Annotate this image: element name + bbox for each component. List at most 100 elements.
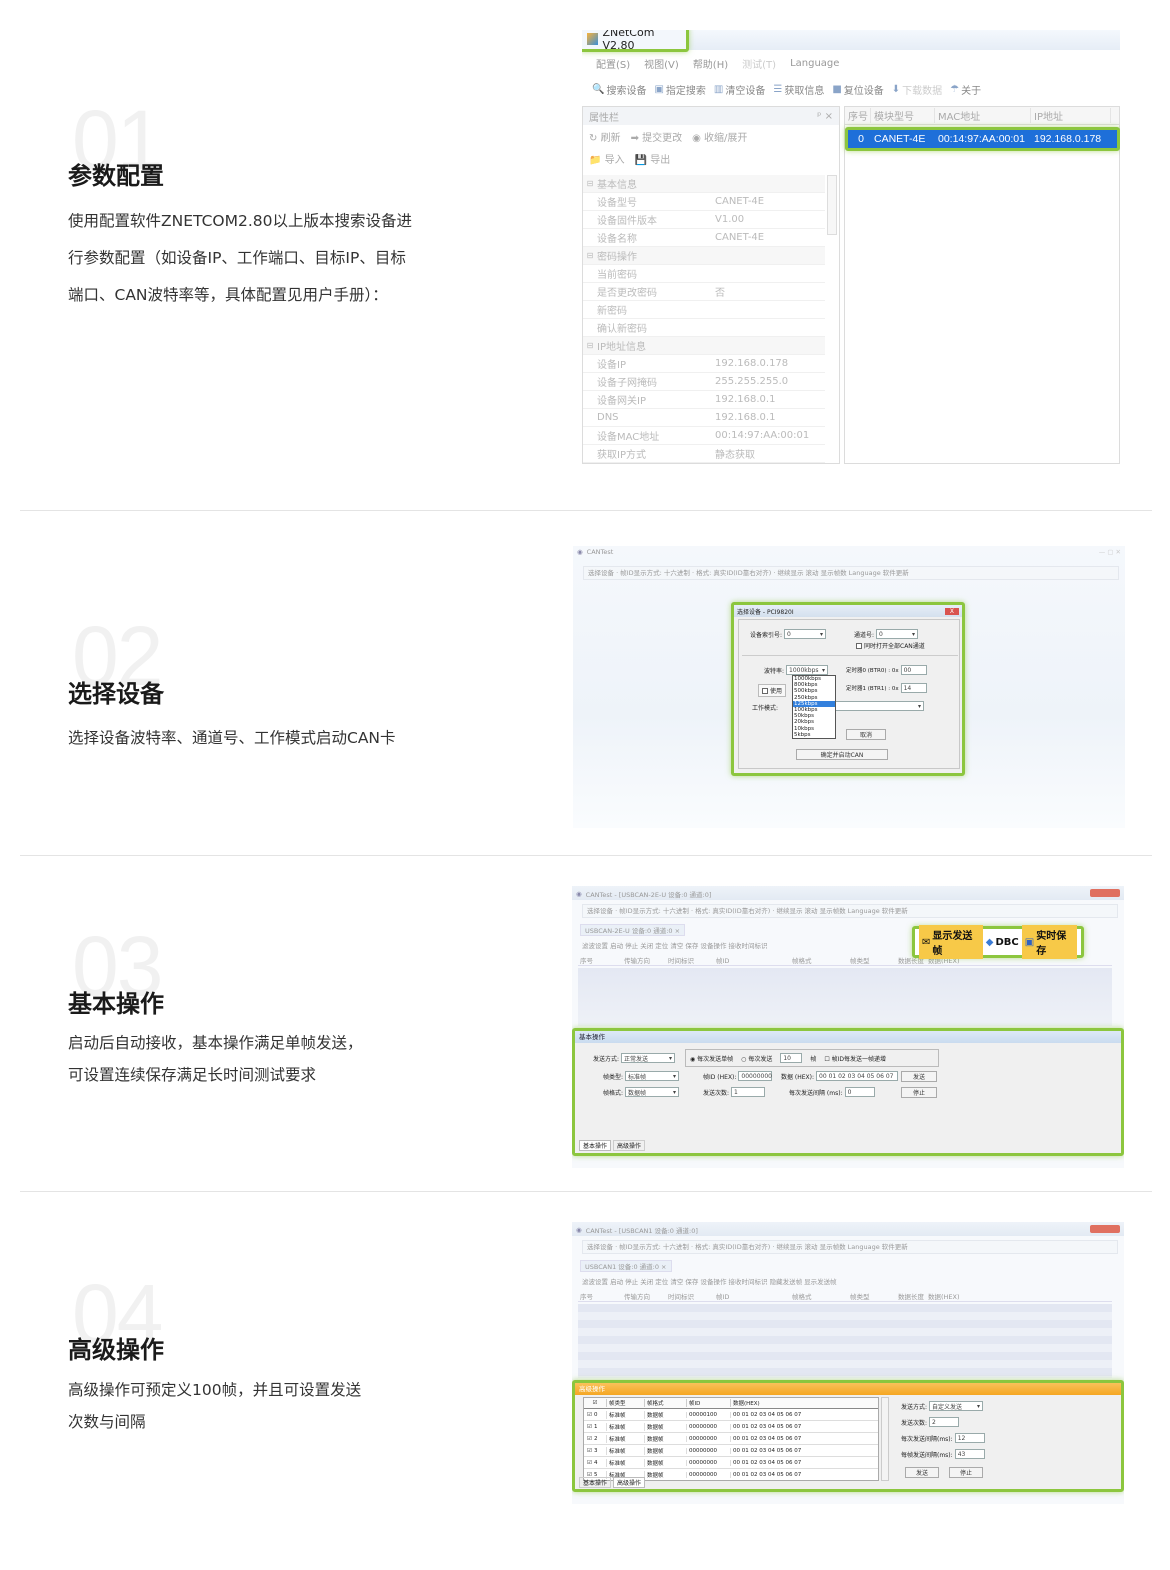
grid-column-header[interactable]: 帧格式 bbox=[790, 955, 848, 965]
dbc-button[interactable]: ◆ DBC bbox=[986, 937, 1019, 948]
menu-item[interactable]: 视图(V) bbox=[644, 56, 679, 71]
row-checkbox[interactable]: ☑ bbox=[587, 1424, 592, 1430]
close-button[interactable]: X bbox=[944, 607, 959, 615]
send-count-input[interactable]: 1 bbox=[731, 1087, 766, 1097]
send-interval-input[interactable]: 0 bbox=[844, 1087, 875, 1097]
toolbar-button[interactable]: 🔍 搜索设备 bbox=[592, 82, 646, 97]
property-group[interactable]: ⊟ 密码操作 bbox=[583, 247, 825, 265]
single-frame-radio[interactable]: ◉ 每次发送单帧 bbox=[690, 1054, 733, 1063]
tab-basic[interactable]: 基本操作 bbox=[579, 1140, 612, 1151]
tab-basic[interactable]: 基本操作 bbox=[579, 1477, 612, 1488]
menu-item[interactable]: 配置(S) bbox=[596, 56, 630, 71]
advanced-frame-table: ☑ 帧类型 帧格式 帧ID 数据(HEX) ☑ 0 标准帧 数据帧 00000100 00 01 … bbox=[583, 1397, 879, 1481]
table-row[interactable]: ☑ 3 标准帧 数据帧 00000000 00 01 02 03 04 05 06 07 bbox=[584, 1445, 878, 1457]
grid-column-header[interactable]: 序号 bbox=[578, 1291, 622, 1301]
grid-column-header[interactable]: 数据(HEX) bbox=[926, 1291, 1046, 1301]
grid-column-header[interactable]: 时间标识 bbox=[666, 955, 714, 965]
toolbar-button[interactable]: ▣ 指定搜索 bbox=[654, 82, 705, 97]
toolbar-button[interactable]: ■ 复位设备 bbox=[832, 82, 883, 97]
grid-column-header[interactable]: 模块型号 bbox=[871, 108, 935, 123]
grid-column-header[interactable]: 序号 bbox=[578, 955, 622, 965]
tab-advanced[interactable]: 高级操作 bbox=[613, 1477, 646, 1488]
frame-format-select[interactable]: 数据帧 ▾ bbox=[625, 1087, 680, 1097]
window-close-button[interactable] bbox=[1090, 1225, 1120, 1233]
tab-advanced[interactable]: 高级操作 bbox=[613, 1140, 646, 1151]
id-increment-checkbox[interactable]: ☐ 帧ID每发送一帧递增 bbox=[824, 1054, 886, 1063]
scrollbar[interactable] bbox=[827, 175, 837, 235]
tab-device[interactable]: USBCAN1 设备:0 通道:0 × bbox=[580, 1260, 672, 1272]
send-button[interactable]: 发送 bbox=[901, 1071, 937, 1082]
toolbar-button[interactable]: ⬇ 下载数据 bbox=[892, 82, 942, 97]
submit-button[interactable]: ➡ 提交更改 bbox=[631, 129, 683, 144]
menu-item[interactable]: Language bbox=[790, 58, 839, 69]
channel-select[interactable]: 0 ▾ bbox=[876, 629, 919, 639]
table-row[interactable]: ☑ 1 标准帧 数据帧 00000000 00 01 02 03 04 05 06 07 bbox=[584, 1421, 878, 1433]
property-group[interactable]: ⊟ 基本信息 bbox=[583, 175, 825, 193]
select-all-checkbox[interactable]: ☑ bbox=[584, 1400, 606, 1406]
cancel-button[interactable]: 取消 bbox=[846, 729, 886, 740]
send-count-input[interactable]: 2 bbox=[929, 1417, 960, 1427]
toolbar-button[interactable]: ☰ 获取信息 bbox=[773, 82, 824, 97]
grid-column-header[interactable]: 传输方向 bbox=[622, 1291, 666, 1301]
realtime-save-button[interactable]: ▣ 实时保存 bbox=[1021, 925, 1077, 959]
grid-column-header[interactable]: 时间标识 bbox=[666, 1291, 714, 1301]
device-index-select[interactable]: 0 ▾ bbox=[784, 629, 827, 639]
toolbar-button[interactable]: ☂ 关于 bbox=[950, 82, 981, 97]
frame-interval-input[interactable]: 43 bbox=[954, 1449, 985, 1459]
row-checkbox[interactable]: ☑ bbox=[587, 1436, 592, 1442]
grid-column-header[interactable]: 序号 bbox=[845, 108, 871, 123]
tab-device[interactable]: USBCAN-2E-U 设备:0 通道:0 × bbox=[580, 924, 686, 936]
baud-select[interactable]: 1000kbps ▾ bbox=[786, 665, 829, 675]
frame-type-select[interactable]: 标准帧 ▾ bbox=[625, 1071, 680, 1081]
baud-option[interactable]: 5kbps bbox=[793, 732, 835, 738]
timer1-input[interactable]: 14 bbox=[900, 683, 927, 693]
panel-close-icon[interactable]: ᵖ × bbox=[817, 111, 833, 122]
grid-column-header[interactable]: IP地址 bbox=[1031, 108, 1111, 123]
grid-column-header[interactable]: 帧ID bbox=[714, 1291, 790, 1301]
menu-item[interactable]: 测试(T) bbox=[742, 56, 776, 71]
timer0-input[interactable]: 00 bbox=[900, 665, 927, 675]
send-mode-select[interactable]: 正常发送 ▾ bbox=[621, 1053, 676, 1063]
baud-dropdown-list[interactable]: 1000kbps 800kbps 500kbps 250kbps 125kbps 100k… bbox=[792, 675, 836, 740]
refresh-button[interactable]: ↻ 刷新 bbox=[589, 129, 621, 144]
table-scrollbar[interactable] bbox=[881, 1397, 889, 1481]
use-checkbox[interactable] bbox=[762, 687, 768, 694]
open-all-checkbox[interactable] bbox=[856, 642, 862, 649]
property-group[interactable]: ⊟ IP地址信息 bbox=[583, 337, 825, 355]
send-button[interactable]: 发送 bbox=[905, 1467, 939, 1478]
window-close-button[interactable] bbox=[1090, 889, 1120, 897]
grid-column-header[interactable]: 帧类型 bbox=[848, 955, 896, 965]
data-input[interactable]: 00 01 02 03 04 05 06 07 bbox=[816, 1071, 899, 1081]
grid-column-header[interactable]: 帧ID bbox=[714, 955, 790, 965]
window-controls[interactable]: — ▢ ✕ bbox=[1099, 548, 1121, 556]
grid-column-header[interactable]: 数据长度 bbox=[896, 1291, 926, 1301]
table-row[interactable]: ☑ 0 标准帧 数据帧 00000100 00 01 02 03 04 05 06 07 bbox=[584, 1409, 878, 1421]
toolbar-button[interactable]: ▥ 清空设备 bbox=[714, 82, 765, 97]
multi-frame-radio[interactable]: ○ 每次发送 bbox=[741, 1054, 772, 1063]
send-mode-select[interactable]: 自定义发送 ▾ bbox=[929, 1401, 984, 1411]
import-button[interactable]: 📁 导入 bbox=[589, 151, 625, 166]
grid-column-header[interactable]: 帧类型 bbox=[848, 1291, 896, 1301]
row-checkbox[interactable]: ☑ bbox=[587, 1460, 592, 1466]
table-row[interactable]: ☑ 4 标准帧 数据帧 00000000 00 01 02 03 04 05 06 07 bbox=[584, 1457, 878, 1469]
each-interval-input[interactable]: 12 bbox=[954, 1433, 985, 1443]
row-checkbox[interactable]: ☑ bbox=[587, 1448, 592, 1454]
collapse-button[interactable]: ◉ 收缩/展开 bbox=[692, 129, 747, 144]
show-sent-frames-button[interactable]: ✉ 显示发送帧 bbox=[919, 925, 983, 959]
grid-column-header[interactable]: 传输方向 bbox=[622, 955, 666, 965]
frame-id-input[interactable]: 00000000 bbox=[738, 1071, 773, 1081]
toolbar-icon: ☂ bbox=[950, 84, 960, 95]
multi-frame-count[interactable]: 10 bbox=[780, 1053, 803, 1063]
row-checkbox[interactable]: ☑ bbox=[587, 1412, 592, 1418]
menu-item[interactable]: 帮助(H) bbox=[693, 56, 728, 71]
device-row-selected[interactable]: 0 CANET-4E 00:14:97:AA:00:01 192.168.0.1… bbox=[845, 127, 1120, 151]
table-row[interactable]: ☑ 2 标准帧 数据帧 00000000 00 01 02 03 04 05 06 07 bbox=[584, 1433, 878, 1445]
stop-button[interactable]: 停止 bbox=[949, 1467, 983, 1478]
export-button[interactable]: 💾 导出 bbox=[635, 151, 671, 166]
grid-column-header[interactable]: MAC地址 bbox=[935, 108, 1031, 123]
stop-button[interactable]: 停止 bbox=[901, 1087, 937, 1098]
confirm-start-button[interactable]: 确定并启动CAN bbox=[796, 749, 888, 760]
work-mode-select[interactable]: ▾ bbox=[832, 701, 924, 711]
table-column-header: 数据(HEX) bbox=[730, 1399, 830, 1407]
grid-column-header[interactable]: 帧格式 bbox=[790, 1291, 848, 1301]
